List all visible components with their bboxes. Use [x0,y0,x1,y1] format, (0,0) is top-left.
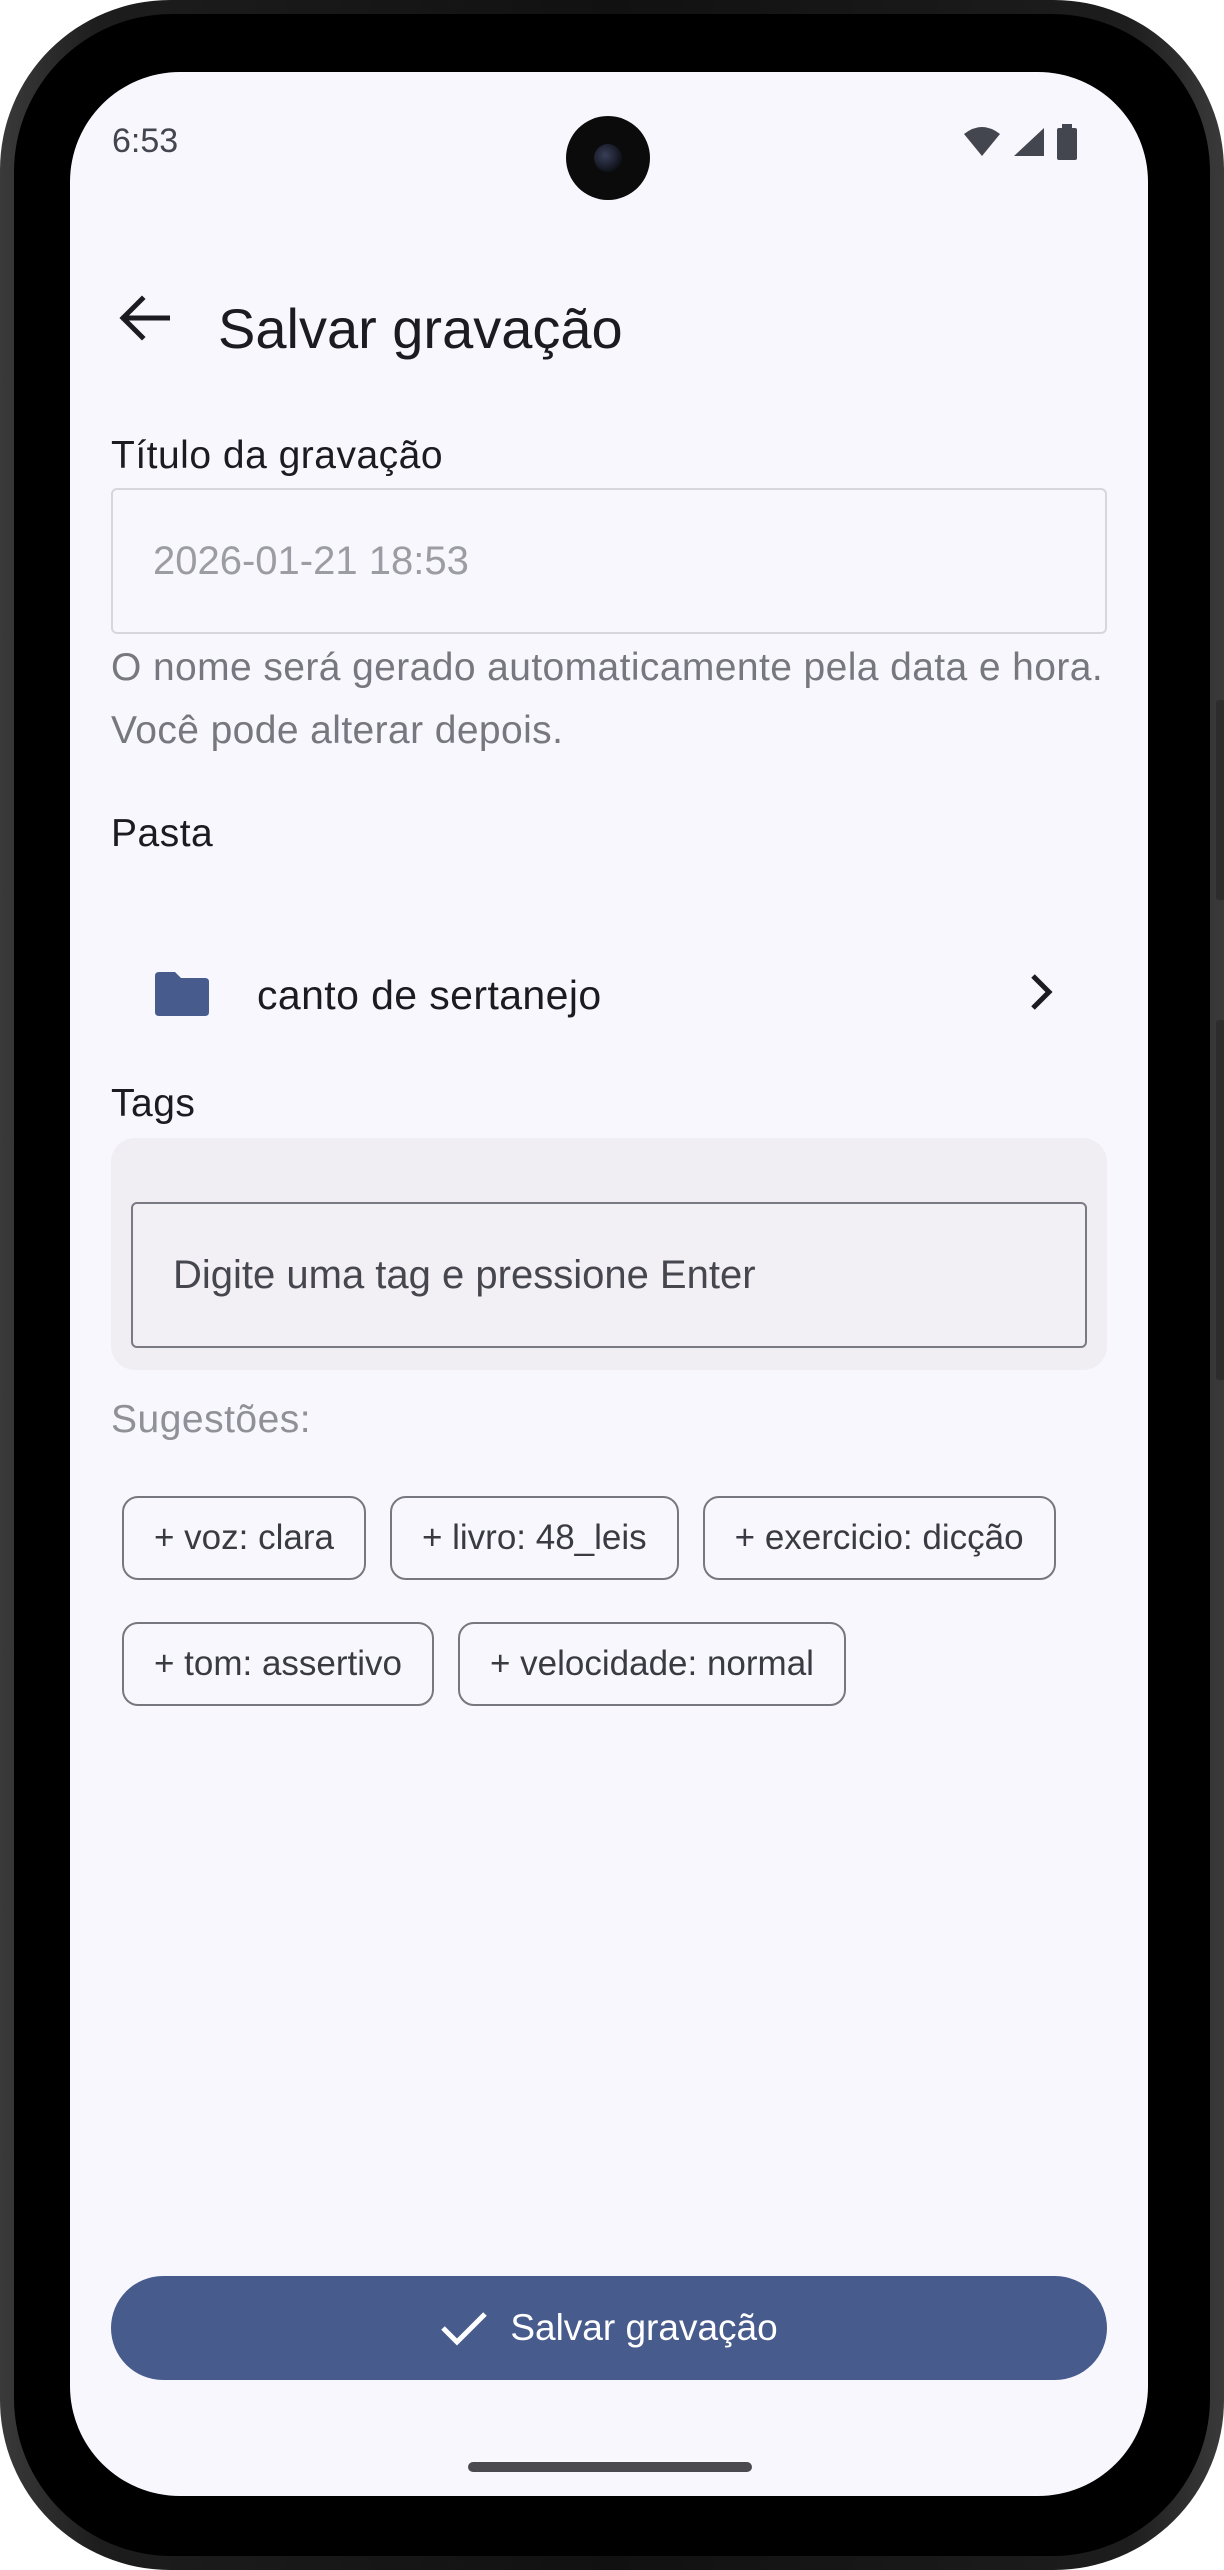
title-input[interactable] [113,490,1105,632]
folder-selector[interactable]: canto de sertanejo [111,932,1107,1056]
wifi-icon [964,127,1000,156]
suggestion-chip-tom[interactable]: + tom: assertivo [122,1622,435,1706]
title-field[interactable] [111,488,1107,634]
check-icon [441,2312,488,2346]
home-indicator[interactable] [468,2462,752,2472]
front-camera [566,116,650,200]
suggestion-chip-livro[interactable]: + livro: 48_leis [389,1496,679,1580]
folder-label: Pasta [111,812,214,855]
screen: 6:53 Salvar gravação Título da gravação … [70,72,1148,2496]
title-field-label: Título da gravação [111,434,444,477]
title-helper-text: O nome será gerado automaticamente pela … [111,646,1104,752]
suggestion-chips: + voz: clara + livro: 48_leis + exercici… [122,1496,1112,1748]
chevron-right-icon [1031,974,1053,1010]
device-frame: 6:53 Salvar gravação Título da gravação … [0,0,1224,2570]
suggestions-label: Sugestões: [111,1398,312,1441]
volume-button [1216,1020,1224,1380]
battery-icon [1057,124,1077,160]
folder-icon [155,972,209,1016]
status-time: 6:53 [112,122,179,160]
chip-row: + tom: assertivo + velocidade: normal [122,1622,1112,1706]
suggestion-chip-voz[interactable]: + voz: clara [122,1496,366,1580]
power-button [1216,700,1224,900]
status-bar: 6:53 [70,72,1148,200]
page-title: Salvar gravação [218,297,623,360]
folder-name: canto de sertanejo [257,972,602,1018]
arrow-left-icon[interactable] [114,288,174,348]
tags-container [111,1138,1107,1370]
signal-icon [1014,128,1044,156]
tag-input[interactable] [133,1204,1085,1346]
save-button-label: Salvar gravação [510,2307,778,2348]
tag-field[interactable] [131,1202,1087,1348]
chip-row: + voz: clara + livro: 48_leis + exercici… [122,1496,1112,1580]
save-recording-button[interactable]: Salvar gravação [111,2276,1107,2380]
suggestion-chip-exercicio[interactable]: + exercicio: dicção [702,1496,1056,1580]
status-icons [962,124,1078,160]
app-bar: Salvar gravação [70,262,1148,382]
suggestion-chip-velocidade[interactable]: + velocidade: normal [458,1622,846,1706]
tags-label: Tags [111,1082,196,1125]
